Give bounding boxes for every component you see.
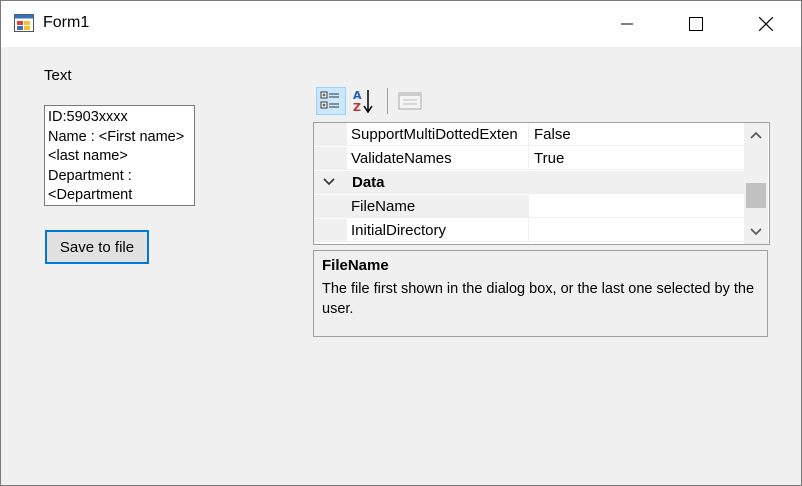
scrollbar-thumb[interactable] <box>746 183 766 208</box>
chevron-up-icon <box>750 131 762 139</box>
sort-az-icon: A Z <box>353 89 373 114</box>
minimize-button[interactable] <box>604 1 650 47</box>
property-pages-button[interactable] <box>396 87 426 115</box>
category-row-data[interactable]: Data <box>314 171 744 194</box>
app-icon <box>14 14 34 32</box>
text-input[interactable]: ID:5903xxxx Name : <First name> <last na… <box>44 105 195 206</box>
toolbar-separator <box>387 88 388 114</box>
property-row[interactable]: SupportMultiDottedExten False <box>314 123 744 146</box>
property-grid-toolbar: A Z <box>314 85 454 115</box>
property-value: False <box>534 126 571 143</box>
close-button[interactable] <box>743 1 789 47</box>
chevron-down-icon[interactable] <box>322 176 336 188</box>
window-title: Form1 <box>43 14 90 31</box>
property-pages-icon <box>398 92 422 110</box>
property-row[interactable]: InitialDirectory <box>314 219 744 242</box>
categorized-view-button[interactable] <box>316 87 346 115</box>
scroll-up-button[interactable] <box>744 123 768 147</box>
property-help-panel: FileName The file first shown in the dia… <box>313 250 768 337</box>
property-grid-scrollbar[interactable] <box>744 123 768 244</box>
property-name: ValidateNames <box>351 150 452 167</box>
property-value: True <box>534 150 565 167</box>
text-label: Text <box>44 67 72 84</box>
minimize-icon <box>621 23 633 25</box>
property-name: InitialDirectory <box>351 222 447 239</box>
close-icon <box>759 17 773 31</box>
svg-text:Z: Z <box>353 101 361 114</box>
help-description: The file first shown in the dialog box, … <box>322 281 755 317</box>
title-bar[interactable]: Form1 <box>1 1 801 47</box>
form-window: Form1 Text ID:5903xxxx Name : <First nam… <box>0 0 802 486</box>
property-name: FileName <box>351 198 416 215</box>
maximize-button[interactable] <box>673 1 719 47</box>
text-input-value: ID:5903xxxx Name : <First name> <last na… <box>48 109 185 203</box>
property-grid: SupportMultiDottedExten False ValidateNa… <box>313 122 770 245</box>
property-row[interactable]: ValidateNames True <box>314 147 744 170</box>
alphabetical-sort-button[interactable]: A Z <box>350 87 380 115</box>
save-to-file-button[interactable]: Save to file <box>45 230 149 264</box>
chevron-down-icon <box>750 228 762 236</box>
maximize-icon <box>689 17 703 31</box>
category-label: Data <box>352 174 385 191</box>
categorized-icon <box>320 91 339 109</box>
help-title: FileName <box>322 257 389 274</box>
property-name: SupportMultiDottedExten <box>351 126 518 143</box>
property-row-selected[interactable]: FileName <box>314 195 744 218</box>
scroll-down-button[interactable] <box>744 220 768 244</box>
